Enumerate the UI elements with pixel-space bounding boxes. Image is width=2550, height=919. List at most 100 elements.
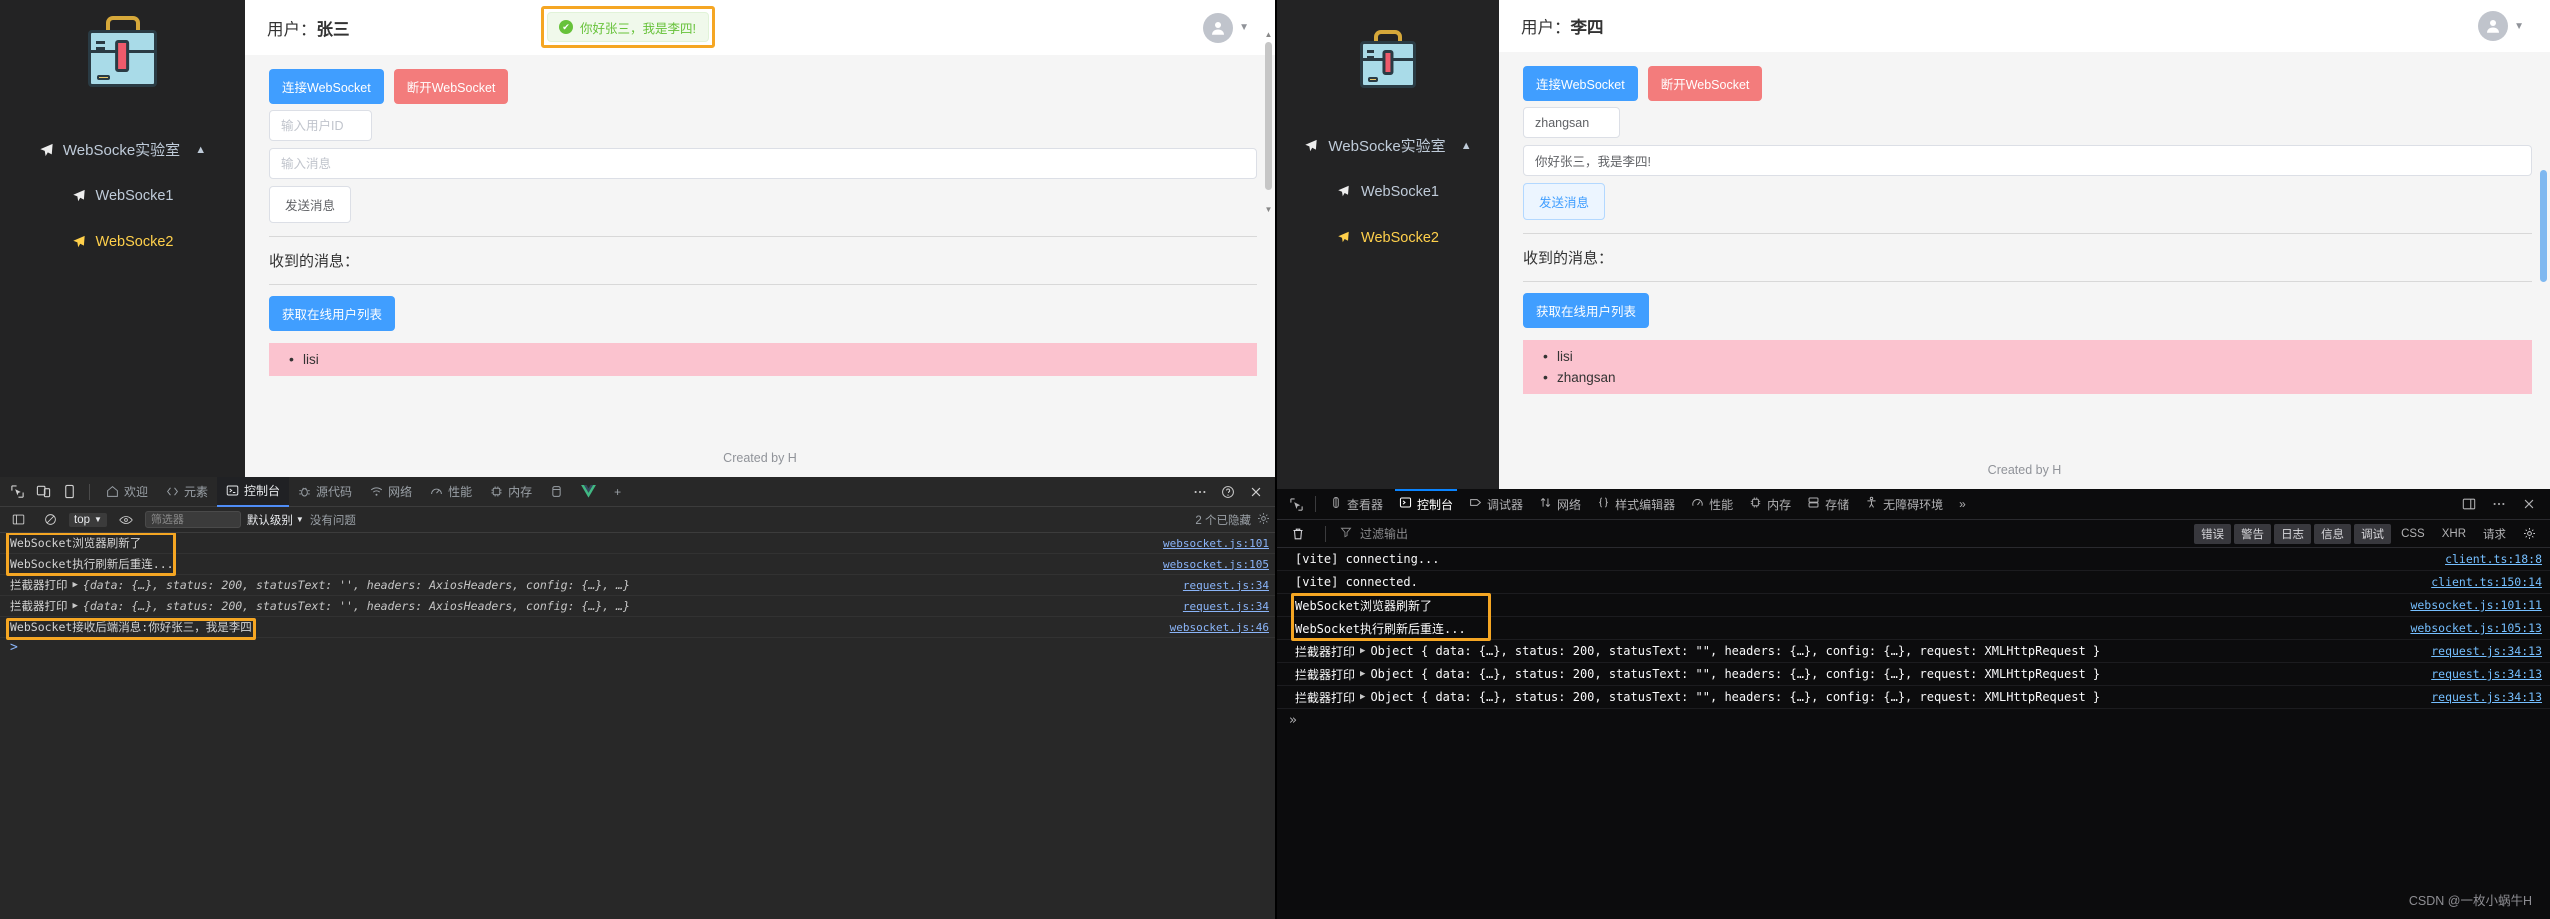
user-id-input[interactable] bbox=[269, 110, 372, 141]
tabs-overflow-button[interactable]: » bbox=[1951, 489, 1974, 520]
scrollbar-thumb[interactable] bbox=[1265, 42, 1272, 190]
console-log-row[interactable]: 拦截器打印 ▶ {data: {…}, status: 200, statusT… bbox=[0, 575, 1275, 596]
console-output[interactable]: [vite] connecting... client.ts:18:8 [vit… bbox=[1277, 548, 2550, 919]
close-icon[interactable] bbox=[1243, 479, 1269, 505]
more-horizontal-icon[interactable] bbox=[2486, 491, 2512, 517]
log-source-link[interactable]: request.js:34:13 bbox=[2421, 667, 2542, 681]
log-source-link[interactable]: request.js:34:13 bbox=[2421, 690, 2542, 704]
tab-style-editor[interactable]: 样式编辑器 bbox=[1589, 489, 1683, 520]
tab-vue[interactable] bbox=[572, 477, 605, 507]
send-message-button[interactable]: 发送消息 bbox=[1523, 183, 1606, 220]
console-log-row[interactable]: WebSocket接收后端消息:你好张三，我是李四! websocket.js:… bbox=[0, 617, 1275, 638]
log-source-link[interactable]: request.js:34 bbox=[1173, 579, 1269, 592]
add-tab-button[interactable]: + bbox=[605, 477, 630, 507]
console-prompt[interactable]: > bbox=[0, 638, 1275, 657]
gear-icon[interactable] bbox=[1257, 512, 1270, 528]
tab-elements[interactable]: 元素 bbox=[157, 477, 217, 507]
user-id-input[interactable] bbox=[1523, 107, 1620, 138]
tab-console[interactable]: 控制台 bbox=[1391, 488, 1461, 520]
sidebar-group-websocke-lab[interactable]: WebSocke实验室 ▲ bbox=[1277, 122, 1499, 169]
tab-memory[interactable]: 内存 bbox=[481, 477, 541, 507]
expand-triangle-icon[interactable]: ▶ bbox=[73, 601, 78, 611]
more-vertical-icon[interactable] bbox=[1187, 479, 1213, 505]
gear-icon[interactable] bbox=[2516, 521, 2542, 547]
split-console-icon[interactable] bbox=[2456, 491, 2482, 517]
app-scrollbar[interactable]: ▲ ▼ bbox=[1264, 30, 1273, 230]
issues-status[interactable]: 没有问题 bbox=[310, 512, 356, 528]
tab-memory[interactable]: 内存 bbox=[1741, 489, 1799, 520]
filter-pill-logs[interactable]: 日志 bbox=[2274, 523, 2312, 544]
app-scrollbar[interactable] bbox=[2539, 170, 2548, 290]
tab-welcome[interactable]: 欢迎 bbox=[97, 477, 157, 507]
console-log-row[interactable]: WebSocket执行刷新后重连... websocket.js:105:13 bbox=[1277, 617, 2550, 640]
trash-icon[interactable] bbox=[1285, 521, 1311, 547]
sidebar-icon[interactable] bbox=[5, 507, 31, 533]
get-online-users-button[interactable]: 获取在线用户列表 bbox=[269, 296, 396, 331]
sidebar-item-websocke1[interactable]: WebSocke1 bbox=[0, 173, 245, 219]
close-icon[interactable] bbox=[2516, 491, 2542, 517]
tab-debugger[interactable]: 调试器 bbox=[1461, 489, 1531, 520]
tab-storage[interactable]: 存储 bbox=[1799, 489, 1857, 520]
filter-pill-errors[interactable]: 错误 bbox=[2194, 523, 2232, 544]
sidebar-item-websocke2[interactable]: WebSocke2 bbox=[0, 219, 245, 265]
scrollbar-thumb[interactable] bbox=[2540, 170, 2547, 282]
inspect-icon[interactable] bbox=[4, 479, 30, 505]
filter-pill-requests[interactable]: 请求 bbox=[2476, 524, 2513, 544]
sidebar-item-websocke2[interactable]: WebSocke2 bbox=[1277, 215, 1499, 261]
expand-triangle-icon[interactable]: ▶ bbox=[1360, 669, 1365, 679]
expand-triangle-icon[interactable]: ▶ bbox=[73, 580, 78, 590]
element-picker-icon[interactable] bbox=[1283, 491, 1309, 517]
console-log-row[interactable]: 拦截器打印 ▶ {data: {…}, status: 200, statusT… bbox=[0, 596, 1275, 617]
log-source-link[interactable]: websocket.js:101:11 bbox=[2400, 598, 2542, 612]
tab-sources[interactable]: 源代码 bbox=[289, 477, 361, 507]
context-selector[interactable]: top ▼ bbox=[69, 512, 107, 527]
log-source-link[interactable]: request.js:34:13 bbox=[2421, 644, 2542, 658]
scroll-down-arrow[interactable]: ▼ bbox=[1264, 205, 1273, 214]
filter-pill-xhr[interactable]: XHR bbox=[2435, 526, 2473, 542]
tab-application[interactable] bbox=[541, 477, 572, 507]
expand-triangle-icon[interactable]: ▶ bbox=[1360, 692, 1365, 702]
log-source-link[interactable]: websocket.js:105:13 bbox=[2400, 621, 2542, 635]
tab-network[interactable]: 网络 bbox=[1531, 489, 1589, 520]
expand-triangle-icon[interactable]: ▶ bbox=[1360, 646, 1365, 656]
message-input[interactable] bbox=[269, 148, 1257, 179]
mobile-icon[interactable] bbox=[56, 479, 82, 505]
disconnect-websocket-button[interactable]: 断开WebSocket bbox=[393, 69, 509, 104]
sidebar-item-websocke1[interactable]: WebSocke1 bbox=[1277, 169, 1499, 215]
help-icon[interactable] bbox=[1215, 479, 1241, 505]
eye-icon[interactable] bbox=[113, 507, 139, 533]
sidebar-group-websocke-lab[interactable]: WebSocke实验室 ▲ bbox=[0, 126, 245, 173]
console-filter-input[interactable] bbox=[144, 511, 241, 528]
console-log-row[interactable]: WebSocket执行刷新后重连... websocket.js:105 bbox=[0, 554, 1275, 575]
device-toolbar-icon[interactable] bbox=[30, 479, 56, 505]
filter-pill-css[interactable]: CSS bbox=[2394, 526, 2432, 542]
log-source-link[interactable]: client.ts:18:8 bbox=[2435, 552, 2542, 566]
tab-accessibility[interactable]: 无障碍环境 bbox=[1857, 489, 1951, 520]
console-log-row[interactable]: [vite] connected. client.ts:150:14 bbox=[1277, 571, 2550, 594]
filter-pill-info[interactable]: 信息 bbox=[2314, 523, 2352, 544]
tab-performance[interactable]: 性能 bbox=[421, 477, 481, 507]
connect-websocket-button[interactable]: 连接WebSocket bbox=[269, 69, 384, 104]
scroll-up-arrow[interactable]: ▲ bbox=[1264, 30, 1273, 39]
log-source-link[interactable]: websocket.js:105 bbox=[1153, 558, 1269, 571]
console-log-row[interactable]: 拦截器打印 ▶ Object { data: {…}, status: 200,… bbox=[1277, 640, 2550, 663]
filter-pill-warnings[interactable]: 警告 bbox=[2234, 523, 2272, 544]
send-message-button[interactable]: 发送消息 bbox=[269, 186, 352, 223]
console-log-row[interactable]: 拦截器打印 ▶ Object { data: {…}, status: 200,… bbox=[1277, 663, 2550, 686]
console-filter-input[interactable] bbox=[1360, 526, 1510, 541]
user-menu[interactable]: ▼ bbox=[2478, 11, 2524, 41]
console-log-row[interactable]: WebSocket浏览器刷新了 websocket.js:101 bbox=[0, 533, 1275, 554]
filter-pill-debug[interactable]: 调试 bbox=[2354, 523, 2392, 544]
connect-websocket-button[interactable]: 连接WebSocket bbox=[1523, 66, 1638, 101]
no-entry-icon[interactable] bbox=[37, 507, 63, 533]
user-menu[interactable]: ▼ bbox=[1203, 12, 1249, 43]
tab-inspector[interactable]: 查看器 bbox=[1322, 489, 1391, 520]
tab-performance[interactable]: 性能 bbox=[1683, 489, 1741, 520]
log-source-link[interactable]: request.js:34 bbox=[1173, 600, 1269, 613]
console-output[interactable]: WebSocket浏览器刷新了 websocket.js:101 WebSock… bbox=[0, 533, 1275, 919]
tab-network[interactable]: 网络 bbox=[361, 477, 421, 507]
console-log-row[interactable]: 拦截器打印 ▶ Object { data: {…}, status: 200,… bbox=[1277, 686, 2550, 709]
disconnect-websocket-button[interactable]: 断开WebSocket bbox=[1647, 66, 1763, 101]
console-log-row[interactable]: [vite] connecting... client.ts:18:8 bbox=[1277, 548, 2550, 571]
tab-console[interactable]: 控制台 bbox=[217, 476, 290, 507]
